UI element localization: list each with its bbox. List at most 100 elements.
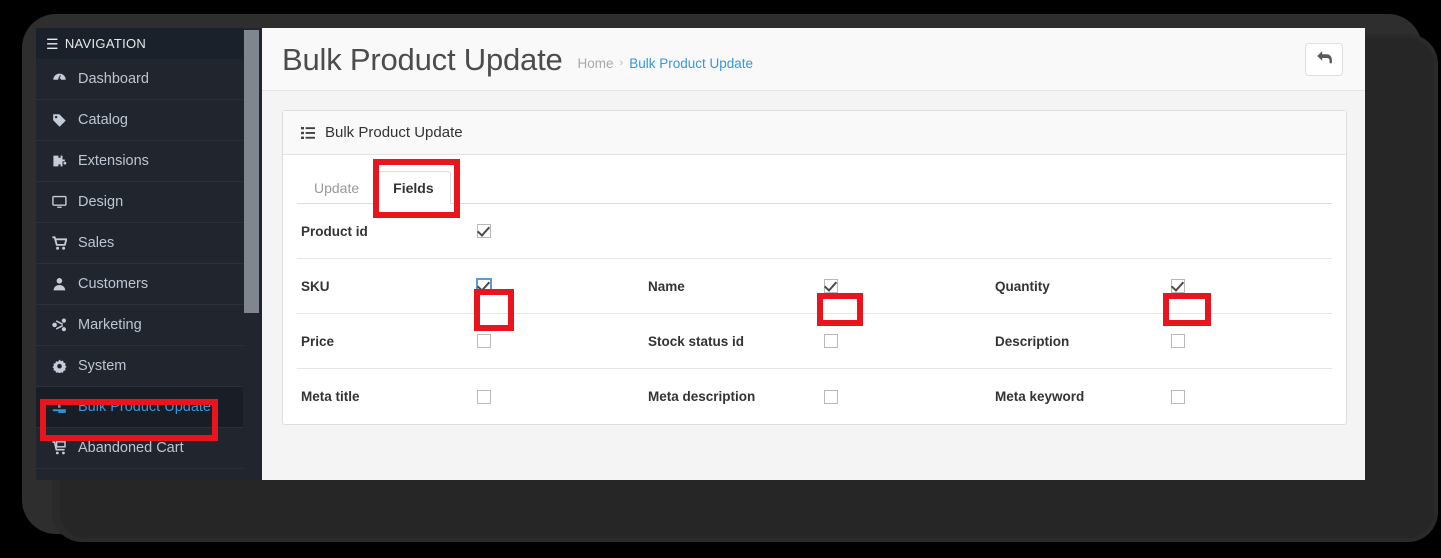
sidebar-scrollbar-track[interactable] (243, 28, 262, 480)
checkbox-product-id[interactable] (477, 224, 491, 238)
field-control-name (824, 279, 838, 293)
field-cell-quantity: Quantity (991, 279, 1338, 294)
page-header: Bulk Product Update Home › Bulk Product … (262, 28, 1365, 91)
back-button[interactable] (1305, 43, 1343, 76)
sidebar-item-bulk-product-update[interactable]: Bulk Product Update (36, 387, 262, 428)
panel-heading: Bulk Product Update (283, 111, 1346, 155)
field-label-sku: SKU (301, 278, 330, 294)
field-row: Meta title Meta description Meta keyword (297, 369, 1332, 424)
sidebar-item-label: Marketing (78, 317, 142, 333)
sidebar-item-dashboard[interactable]: Dashboard (36, 59, 262, 100)
tag-icon (52, 113, 78, 127)
field-label-name: Name (648, 278, 685, 294)
field-control-meta-keyword (1171, 389, 1185, 404)
back-arrow-icon (1316, 50, 1333, 70)
field-label-quantity: Quantity (995, 278, 1050, 294)
sidebar: ☰ NAVIGATION DashboardCatalog›Extensions… (36, 28, 262, 480)
field-control-meta-description (824, 389, 838, 404)
field-control-description (1171, 334, 1185, 348)
field-cell-sku: SKU (297, 278, 644, 294)
field-label-stock-status-id: Stock status id (648, 333, 745, 349)
sidebar-item-label: Bulk Product Update (78, 399, 211, 415)
checkbox-meta-title[interactable] (477, 389, 491, 404)
sidebar-scrollbar-thumb[interactable] (244, 30, 259, 313)
gear-icon (52, 359, 78, 373)
sidebar-item-label: Sales (78, 235, 115, 251)
field-cell-name: Name (644, 279, 991, 294)
content-area: Bulk Product Update Home › Bulk Product … (262, 28, 1365, 480)
cart-icon (52, 236, 78, 250)
cart-flag-icon (52, 441, 78, 455)
sidebar-item-label: System (78, 358, 127, 374)
monitor-icon (52, 195, 78, 209)
breadcrumb-separator-icon: › (619, 57, 624, 69)
sidebar-item-extensions[interactable]: Extensions› (36, 141, 262, 182)
sidebar-item-customers[interactable]: Customers› (36, 264, 262, 305)
dashboard-icon (52, 72, 78, 86)
sidebar-item-system[interactable]: System› (36, 346, 262, 387)
field-label-meta-keyword: Meta keyword (995, 389, 1085, 404)
checkbox-description[interactable] (1171, 334, 1185, 348)
sidebar-nav-list: DashboardCatalog›Extensions›Design›Sales… (36, 59, 262, 469)
field-row: Price Stock status id Description (297, 314, 1332, 369)
field-label-product-id: Product id (301, 223, 368, 239)
breadcrumb-current[interactable]: Bulk Product Update (629, 56, 753, 71)
field-row: SKU Name Quantity (297, 259, 1332, 314)
checkbox-price[interactable] (477, 334, 491, 348)
puzzle-icon (52, 154, 78, 168)
field-cell-meta-description: Meta description (644, 389, 991, 404)
sidebar-header-label: NAVIGATION (64, 36, 147, 51)
hamburger-icon[interactable]: ☰ (46, 37, 59, 51)
panel: Bulk Product Update Update Fields Product… (282, 110, 1347, 425)
sidebar-item-catalog[interactable]: Catalog› (36, 100, 262, 141)
sidebar-item-label: Extensions (78, 153, 149, 169)
checkbox-meta-description[interactable] (824, 389, 838, 404)
tab-update[interactable]: Update (297, 171, 376, 204)
checkbox-sku[interactable] (476, 278, 492, 294)
sidebar-item-label: Abandoned Cart (78, 440, 184, 456)
sidebar-item-marketing[interactable]: Marketing› (36, 305, 262, 346)
tab-bar: Update Fields (297, 168, 1332, 204)
page-title: Bulk Product Update (282, 41, 563, 77)
sidebar-item-design[interactable]: Design› (36, 182, 262, 223)
sidebar-item-label: Design (78, 194, 124, 210)
checkbox-quantity[interactable] (1171, 279, 1185, 293)
field-control-product-id (477, 224, 491, 238)
user-icon (52, 277, 78, 291)
field-control-stock-status-id (824, 334, 838, 348)
field-label-meta-title: Meta title (301, 389, 360, 404)
sidebar-header: ☰ NAVIGATION (36, 28, 262, 59)
field-cell-price: Price (297, 334, 644, 349)
field-cell-stock-status-id: Stock status id (644, 334, 991, 349)
panel-heading-label: Bulk Product Update (325, 124, 463, 141)
tab-fields[interactable]: Fields (376, 171, 451, 204)
sidebar-item-label: Catalog (78, 112, 128, 128)
field-cell-product-id: Product id (297, 224, 644, 239)
field-control-quantity (1171, 279, 1185, 293)
browser-viewport: ☰ NAVIGATION DashboardCatalog›Extensions… (36, 28, 1365, 480)
sidebar-item-sales[interactable]: Sales› (36, 223, 262, 264)
sidebar-item-label: Dashboard (78, 71, 149, 87)
field-control-meta-title (477, 389, 491, 404)
field-cell-description: Description (991, 334, 1338, 349)
fields-form: Product id SKU Name Quantity Price Stock stat… (297, 204, 1332, 424)
checkbox-meta-keyword[interactable] (1171, 389, 1185, 404)
field-label-description: Description (995, 333, 1070, 349)
panel-body: Update Fields Product id SKU Name Quantity Pr… (283, 155, 1346, 424)
share-icon (52, 318, 78, 332)
field-control-sku (476, 278, 492, 294)
breadcrumb: Home › Bulk Product Update (578, 48, 754, 71)
breadcrumb-home[interactable]: Home (578, 56, 614, 71)
checkbox-name[interactable] (824, 279, 838, 293)
sidebar-item-label: Customers (78, 276, 149, 292)
checkbox-stock-status-id[interactable] (824, 334, 838, 348)
sidebar-item-abandoned-cart[interactable]: Abandoned Cart (36, 428, 262, 469)
field-cell-meta-keyword: Meta keyword (991, 389, 1338, 404)
field-row: Product id (297, 204, 1332, 259)
field-control-price (477, 334, 491, 348)
field-label-meta-description: Meta description (648, 389, 756, 404)
field-label-price: Price (301, 333, 335, 349)
upload-icon (52, 400, 78, 414)
field-cell-meta-title: Meta title (297, 389, 644, 404)
list-icon (301, 126, 315, 139)
